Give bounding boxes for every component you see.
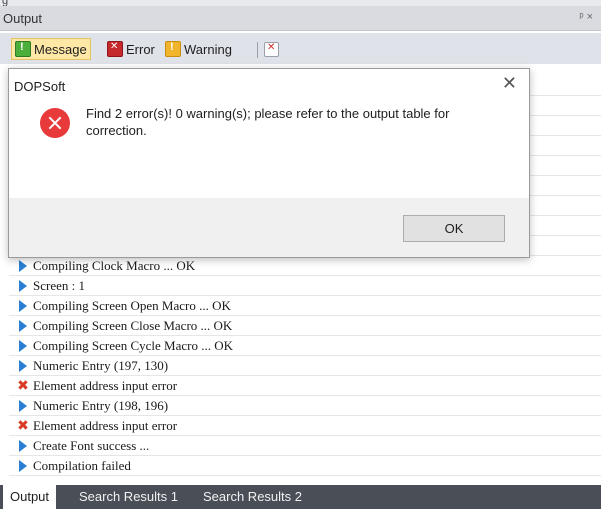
list-item[interactable]: Compilation failed: [9, 456, 601, 476]
message-filter-button[interactable]: Message: [11, 38, 91, 60]
list-item-text: Numeric Entry (197, 130): [33, 357, 169, 373]
info-arrow-icon: [19, 319, 27, 332]
info-arrow-icon: [19, 299, 27, 312]
clear-output-icon[interactable]: [264, 42, 279, 57]
list-item-text: Create Font success ...: [33, 437, 150, 453]
list-item-text: Compiling Screen Cycle Macro ... OK: [33, 337, 234, 353]
panel-title: Output: [3, 11, 43, 26]
info-arrow-icon: [19, 399, 27, 412]
ok-button[interactable]: OK: [403, 215, 505, 242]
list-item[interactable]: ✖ Element address input error: [9, 416, 601, 436]
message-icon: [15, 41, 31, 57]
warning-filter-button[interactable]: Warning: [162, 38, 235, 60]
output-toolbar: Message Error Warning: [0, 33, 601, 64]
list-item-text: Element address input error: [33, 377, 178, 393]
info-arrow-icon: [19, 259, 27, 272]
list-item-text: Compilation failed: [33, 457, 131, 473]
error-circle-icon: [40, 108, 70, 138]
list-item-text: Element address input error: [33, 417, 178, 433]
list-item[interactable]: Compiling Screen Cycle Macro ... OK: [9, 336, 601, 356]
error-icon: [107, 41, 123, 57]
info-arrow-icon: [19, 339, 27, 352]
list-item[interactable]: Numeric Entry (197, 130): [9, 356, 601, 376]
output-panel-titlebar: Output ᵖ ×: [0, 6, 601, 31]
list-item[interactable]: ✖ Element address input error: [9, 376, 601, 396]
list-item[interactable]: Compiling Screen Open Macro ... OK: [9, 296, 601, 316]
warning-filter-label: Warning: [184, 41, 232, 57]
list-item-text: Compiling Screen Open Macro ... OK: [33, 297, 231, 313]
dialog-message: Find 2 error(s)! 0 warning(s); please re…: [86, 106, 450, 138]
info-arrow-icon: [19, 459, 27, 472]
info-arrow-icon: [19, 359, 27, 372]
list-item[interactable]: Compiling Screen Close Macro ... OK: [9, 316, 601, 336]
close-icon[interactable]: ✕: [502, 73, 517, 94]
toolbar-divider: [257, 42, 258, 58]
list-item[interactable]: Create Font success ...: [9, 436, 601, 456]
list-item[interactable]: Screen : 1: [9, 276, 601, 296]
error-filter-button[interactable]: Error: [104, 38, 158, 60]
red-x-icon: ✖: [17, 417, 29, 434]
list-item-text: Compiling Clock Macro ... OK: [33, 257, 196, 273]
dialog-title: DOPSoft: [14, 79, 66, 94]
info-arrow-icon: [19, 439, 27, 452]
tab-search-results-1[interactable]: Search Results 1: [72, 485, 185, 509]
warning-icon: [165, 41, 181, 57]
tab-output[interactable]: Output: [3, 485, 57, 509]
info-arrow-icon: [19, 279, 27, 292]
bottom-tab-bar: Output Search Results 1 Search Results 2: [0, 485, 601, 509]
list-item[interactable]: Numeric Entry (198, 196): [9, 396, 601, 416]
dopsoft-dialog: DOPSoft ✕ Find 2 error(s)! 0 warning(s);…: [8, 68, 530, 258]
pin-icon[interactable]: ᵖ ×: [579, 11, 593, 23]
list-item-text: Compiling Screen Close Macro ... OK: [33, 317, 233, 333]
list-item-text: Screen : 1: [33, 277, 85, 293]
list-item-text: Numeric Entry (198, 196): [33, 397, 169, 413]
tab-search-results-2[interactable]: Search Results 2: [196, 485, 309, 509]
list-item[interactable]: Compiling Clock Macro ... OK: [9, 256, 601, 276]
red-x-icon: ✖: [17, 377, 29, 394]
error-filter-label: Error: [126, 41, 155, 57]
message-filter-label: Message: [34, 41, 87, 57]
